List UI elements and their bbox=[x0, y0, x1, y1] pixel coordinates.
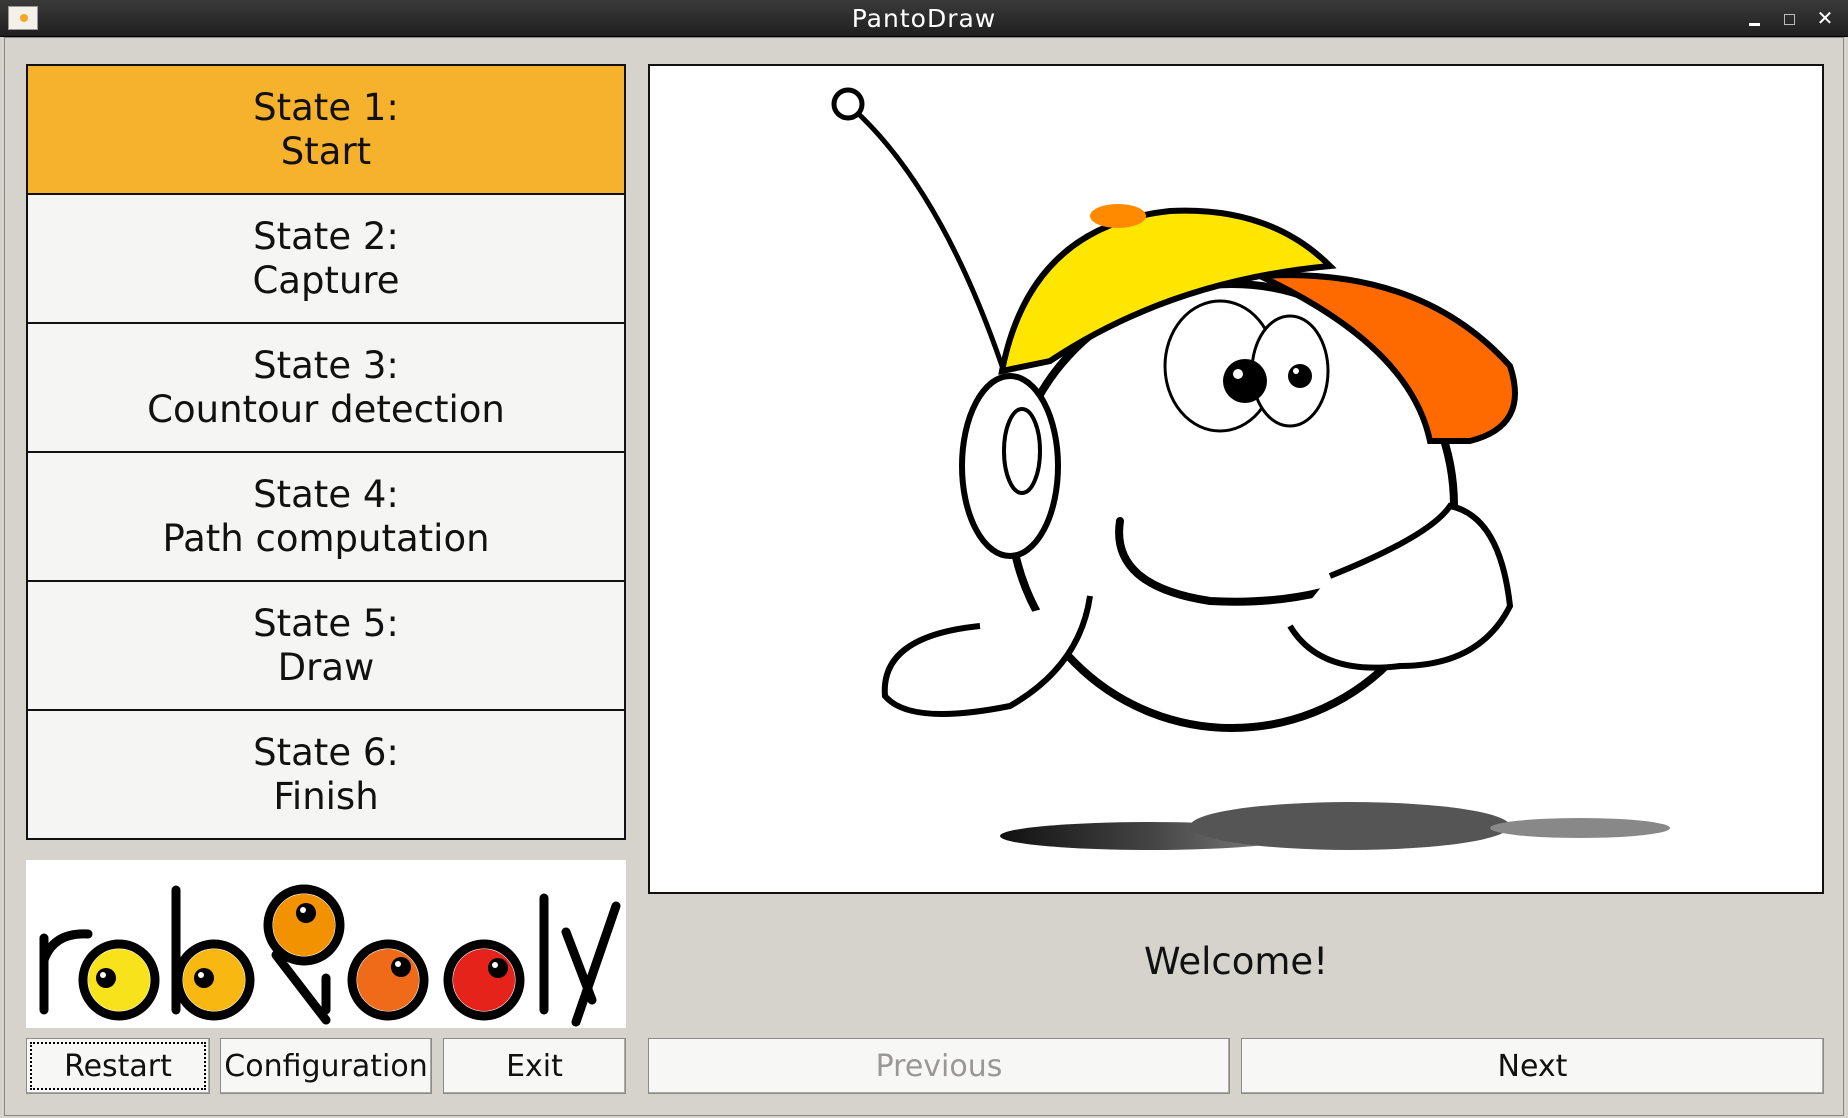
state-title: State 1: bbox=[253, 85, 399, 129]
cartoon-robot bbox=[831, 87, 1670, 850]
state-title: State 6: bbox=[253, 730, 399, 774]
configuration-button[interactable]: Configuration bbox=[220, 1038, 432, 1094]
state-subtitle: Path computation bbox=[162, 516, 490, 560]
restart-button[interactable]: Restart bbox=[26, 1038, 210, 1094]
state-subtitle: Capture bbox=[252, 258, 400, 302]
state-4-button[interactable]: State 4: Path computation bbox=[26, 451, 626, 582]
exit-button[interactable]: Exit bbox=[443, 1038, 626, 1094]
window-controls: ✕ bbox=[1740, 4, 1840, 32]
state-5-button[interactable]: State 5: Draw bbox=[26, 580, 626, 711]
state-list: State 1: Start State 2: Capture State 3:… bbox=[26, 64, 626, 840]
previous-button[interactable]: Previous bbox=[648, 1038, 1230, 1094]
state-title: State 3: bbox=[253, 343, 399, 387]
state-6-button[interactable]: State 6: Finish bbox=[26, 709, 626, 840]
state-2-button[interactable]: State 2: Capture bbox=[26, 193, 626, 324]
state-3-button[interactable]: State 3: Countour detection bbox=[26, 322, 626, 453]
state-subtitle: Countour detection bbox=[147, 387, 505, 431]
status-message: Welcome! bbox=[1143, 940, 1329, 983]
robopoly-logo bbox=[26, 860, 626, 1028]
close-icon[interactable]: ✕ bbox=[1810, 4, 1840, 32]
state-subtitle: Finish bbox=[273, 774, 379, 818]
minimize-icon[interactable] bbox=[1740, 4, 1770, 32]
next-button[interactable]: Next bbox=[1241, 1038, 1824, 1094]
state-title: State 4: bbox=[253, 472, 399, 516]
title-bar: PantoDraw ✕ bbox=[0, 0, 1848, 37]
state-subtitle: Draw bbox=[277, 645, 375, 689]
state-title: State 2: bbox=[253, 214, 399, 258]
state-title: State 5: bbox=[253, 601, 399, 645]
image-canvas bbox=[648, 64, 1824, 894]
state-subtitle: Start bbox=[280, 129, 372, 173]
state-1-button[interactable]: State 1: Start bbox=[26, 64, 626, 195]
window-title: PantoDraw bbox=[851, 4, 997, 33]
maximize-icon[interactable] bbox=[1775, 4, 1805, 32]
